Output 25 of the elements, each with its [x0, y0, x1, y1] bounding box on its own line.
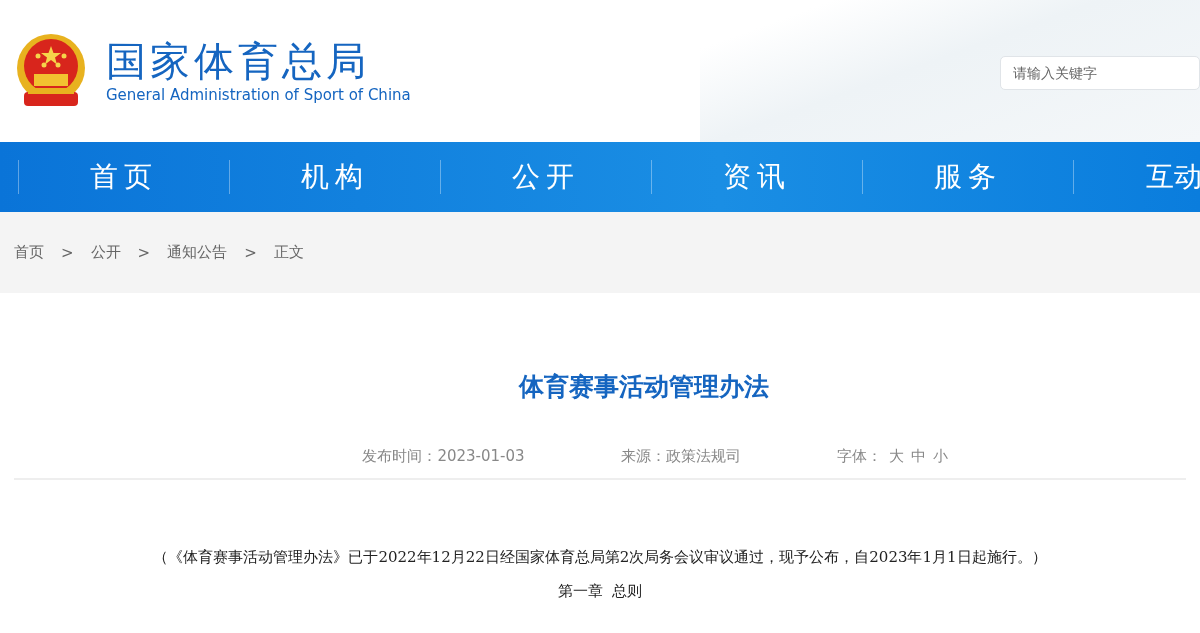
search-field[interactable]: 请输入关键字 [1000, 56, 1200, 90]
nav-link[interactable]: 互动 [1073, 160, 1200, 194]
nav-link[interactable]: 公开 [440, 160, 651, 194]
site-title: 国家体育总局 [106, 37, 371, 85]
font-size-link[interactable]: 大 [888, 447, 904, 466]
font-size-label: 字体： [836, 447, 882, 466]
font-size-link[interactable]: 中 [910, 447, 926, 466]
nav-link[interactable]: 资讯 [651, 160, 862, 194]
nav-link[interactable]: 首页 [18, 160, 229, 194]
publish-date: 发布时间：2023-01-03 [362, 447, 525, 466]
nav-link[interactable]: 机构 [229, 160, 440, 194]
breadcrumb-link[interactable]: 通知公告 [167, 243, 228, 262]
breadcrumb-text: 正文 [273, 243, 304, 262]
breadcrumb-link[interactable]: 公开 [90, 243, 121, 262]
site-subtitle: General Administration of Sport of China [106, 85, 411, 105]
nav-link[interactable]: 服务 [862, 160, 1073, 194]
breadcrumb-link[interactable]: 首页 [14, 243, 44, 262]
breadcrumb-separator: > [244, 243, 257, 262]
article-title: 体育赛事活动管理办法 [517, 371, 770, 403]
paragraph: （《体育赛事活动管理办法》已于2022年12月22日经国家体育总局第2次局务会议审议通过，现予公布，自2023年1月1日起施行。） [152, 547, 1048, 568]
source-label: 来源：政策法规司 [620, 447, 741, 466]
font-size-link[interactable]: 小 [932, 447, 948, 466]
breadcrumb-separator: > [61, 243, 74, 262]
breadcrumb-separator: > [137, 243, 151, 262]
chapter-heading: 第一章 总则 [556, 581, 644, 602]
